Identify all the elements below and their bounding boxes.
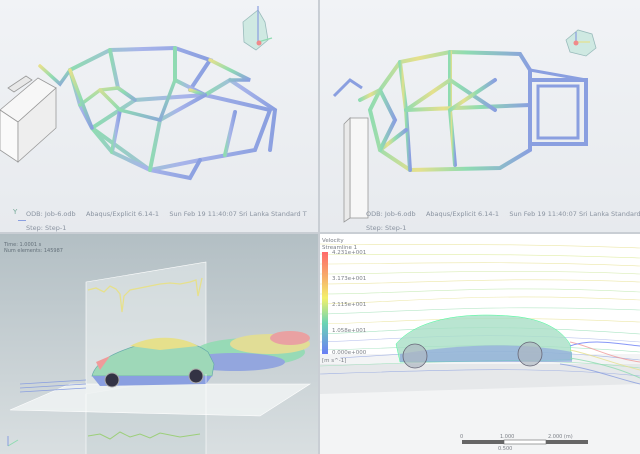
- axis-icon: [7, 436, 19, 447]
- ground-plane: [9, 383, 312, 417]
- axis-x-icon: [18, 220, 26, 221]
- step-label: Step: Step-1: [366, 224, 407, 232]
- mount-block: [0, 75, 57, 163]
- chassis-viewport-iso[interactable]: ODB: Job-6.odb Abaqus/Explicit 6.14-1 Su…: [0, 0, 318, 232]
- mount-block: [343, 117, 369, 223]
- scale-label-1: 1.000: [500, 434, 515, 440]
- status-line: ODB: Job-6.odb Abaqus/Explicit 6.14-1 Su…: [26, 210, 307, 218]
- scale-label-3: 2.000 (m): [548, 434, 573, 440]
- cfd-car-drawing: [7, 261, 312, 454]
- legend-title-line1: Velocity: [322, 238, 344, 244]
- chassis-top-drawing: [332, 29, 597, 223]
- legend-colorbar: [322, 252, 328, 354]
- view-triad-icon: [565, 29, 597, 57]
- car-silhouette: [395, 314, 573, 369]
- legend-value-4: 0.000e+000: [332, 350, 367, 356]
- scale-label-2: 0.500: [498, 446, 513, 452]
- app-version: Abaqus/Explicit 6.14-1: [85, 210, 160, 218]
- odb-name: ODB: Job-6.odb: [366, 210, 416, 218]
- chassis-frame: [38, 45, 278, 181]
- streamline-drawing: [320, 243, 640, 454]
- legend-value-0: 4.231e+001: [332, 250, 367, 256]
- chassis-iso-drawing: [0, 6, 278, 181]
- chassis-viewport-top[interactable]: ODB: Job-6.odb Abaqus/Explicit 6.14-1 Su…: [320, 0, 640, 232]
- legend-value-1: 3.173e+001: [332, 276, 367, 282]
- vertical-divider: [318, 0, 320, 454]
- view-triad-icon: [242, 6, 273, 51]
- cfd-car-viewport[interactable]: Time: 1.0001 s Num elements: 145987: [0, 234, 318, 454]
- step-label: Step: Step-1: [26, 224, 67, 232]
- axis-y-icon: Y: [13, 208, 18, 216]
- chassis-frame: [358, 49, 532, 173]
- streamline-viewport[interactable]: Velocity Streamline 1 4.231e+001 3.173e+…: [320, 234, 640, 454]
- odb-name: ODB: Job-6.odb: [26, 210, 76, 218]
- rear-frame: [528, 68, 588, 146]
- viewport-grid: ODB: Job-6.odb Abaqus/Explicit 6.14-1 Su…: [0, 0, 640, 454]
- scale-bar: [462, 439, 588, 445]
- legend-value-2: 2.115e+001: [332, 302, 367, 308]
- status-line: ODB: Job-6.odb Abaqus/Explicit 6.14-1 Su…: [366, 210, 640, 218]
- timestamp: Sun Feb 19 11:40:07 Sri Lanka Standard T: [169, 210, 307, 218]
- scale-label-0: 0: [460, 434, 464, 440]
- app-version: Abaqus/Explicit 6.14-1: [425, 210, 500, 218]
- timestamp: Sun Feb 19 11:40:07 Sri Lanka Standard T: [509, 210, 640, 218]
- horizontal-divider: [0, 232, 640, 234]
- legend-unit: [m s^-1]: [322, 358, 347, 364]
- legend-value-3: 1.058e+001: [332, 328, 367, 334]
- front-arm: [332, 78, 363, 98]
